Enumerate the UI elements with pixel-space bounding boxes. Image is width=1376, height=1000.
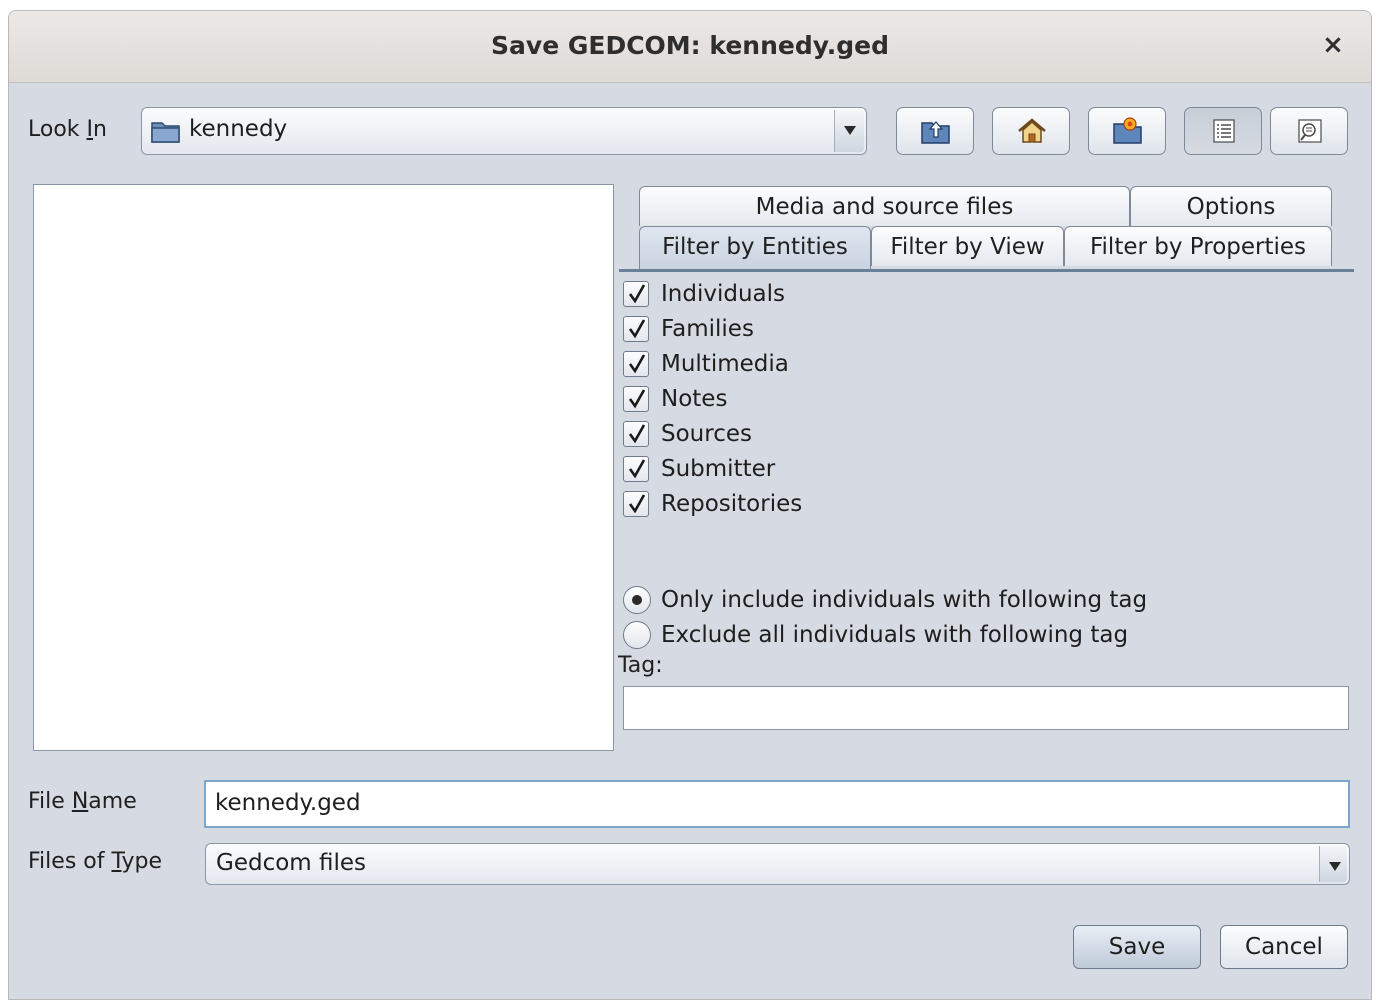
dialog-title: Save GEDCOM: kennedy.ged	[491, 31, 889, 60]
checkbox-box[interactable]	[623, 491, 649, 517]
tag-input[interactable]	[623, 686, 1349, 730]
checkbox-label: Sources	[661, 421, 752, 447]
tab-separator	[619, 269, 1354, 272]
title-bar: Save GEDCOM: kennedy.ged ×	[9, 11, 1371, 83]
files-of-type-label: Files of Type	[28, 849, 163, 874]
file-name-label: File Name	[28, 789, 137, 814]
folder-icon	[150, 117, 182, 149]
tab-options[interactable]: Options	[1130, 186, 1332, 226]
checkmark-icon	[628, 424, 646, 444]
look-in-combobox[interactable]: kennedy	[141, 107, 867, 155]
checkbox-box[interactable]	[623, 456, 649, 482]
checkmark-icon	[628, 284, 646, 304]
details-view-icon	[1298, 119, 1322, 143]
checkmark-icon	[628, 494, 646, 514]
look-in-label: Look In	[28, 117, 107, 142]
checkbox-label: Notes	[661, 386, 728, 412]
list-view-button[interactable]	[1184, 107, 1262, 155]
list-view-icon	[1213, 119, 1235, 143]
checkbox-box[interactable]	[623, 351, 649, 377]
radio-label: Exclude all individuals with following t…	[661, 622, 1129, 648]
file-name-input[interactable]: kennedy.ged	[204, 780, 1350, 828]
checkmark-icon	[628, 319, 646, 339]
home-button[interactable]	[992, 107, 1070, 155]
tab-filter-by-properties[interactable]: Filter by Properties	[1064, 226, 1332, 266]
radio-button[interactable]	[623, 621, 651, 649]
checkbox-box[interactable]	[623, 316, 649, 342]
save-gedcom-dialog: Save GEDCOM: kennedy.ged × Look In kenne…	[8, 10, 1372, 1000]
cancel-button[interactable]: Cancel	[1220, 925, 1348, 969]
radio-label: Only include individuals with following …	[661, 587, 1148, 613]
file-name-value: kennedy.ged	[215, 790, 361, 816]
checkbox-box[interactable]	[623, 386, 649, 412]
files-of-type-combobox[interactable]: Gedcom files	[205, 843, 1350, 885]
chevron-down-icon[interactable]	[1319, 846, 1347, 882]
new-folder-icon	[1113, 117, 1142, 144]
checkbox-label: Submitter	[661, 456, 776, 482]
look-in-value: kennedy	[189, 116, 288, 142]
tab-filter-by-view[interactable]: Filter by View	[871, 226, 1064, 266]
save-button[interactable]: Save	[1073, 925, 1201, 969]
checkbox-label: Individuals	[661, 281, 785, 307]
files-of-type-value: Gedcom files	[216, 850, 367, 876]
file-list[interactable]	[33, 184, 614, 751]
chevron-down-icon[interactable]	[834, 110, 864, 152]
checkbox-label: Families	[661, 316, 754, 342]
tab-filter-by-entities[interactable]: Filter by Entities	[639, 226, 871, 269]
new-folder-button[interactable]	[1088, 107, 1166, 155]
folder-up-button[interactable]	[896, 107, 974, 155]
home-icon	[1018, 118, 1046, 143]
checkmark-icon	[628, 389, 646, 409]
checkbox-label: Multimedia	[661, 351, 789, 377]
checkmark-icon	[628, 459, 646, 479]
tag-label: Tag:	[618, 653, 663, 678]
details-view-button[interactable]	[1270, 107, 1348, 155]
close-button[interactable]: ×	[1319, 29, 1347, 61]
checkmark-icon	[628, 354, 646, 374]
checkbox-box[interactable]	[623, 421, 649, 447]
checkbox-box[interactable]	[623, 281, 649, 307]
checkbox-label: Repositories	[661, 491, 803, 517]
tab-media-and-source-files[interactable]: Media and source files	[639, 186, 1130, 226]
radio-button[interactable]	[623, 586, 651, 614]
folder-up-icon	[921, 121, 950, 144]
